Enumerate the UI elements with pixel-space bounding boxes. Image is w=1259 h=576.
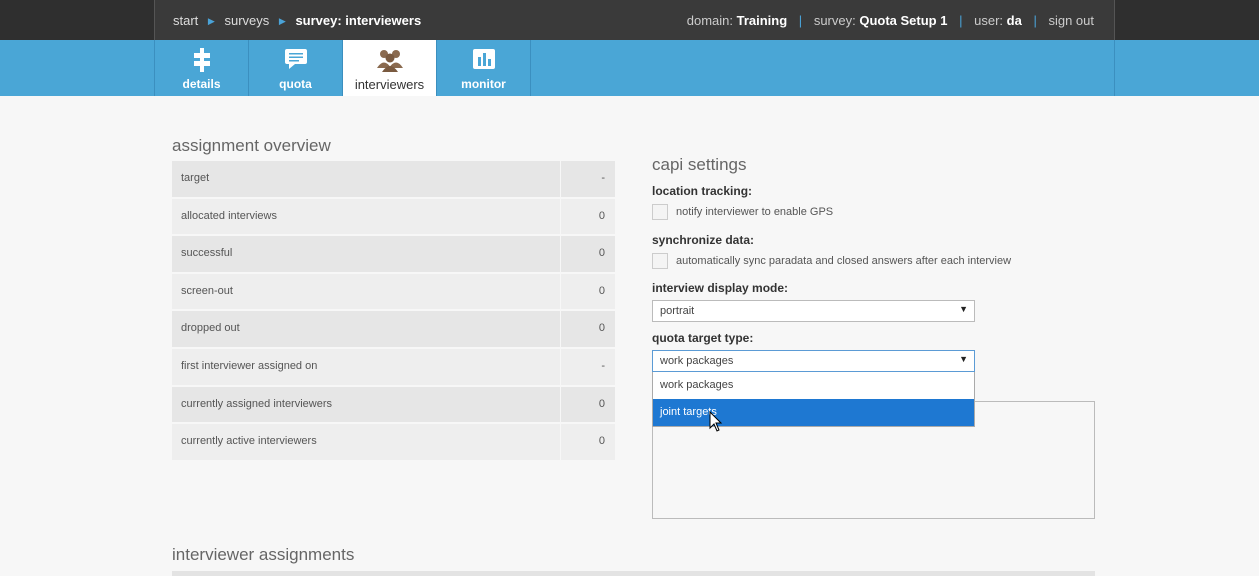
dropdown-arrow-icon: ▼ bbox=[959, 304, 968, 314]
table-row: dropped out 0 bbox=[172, 311, 615, 349]
dropdown-option-work-packages[interactable]: work packages bbox=[653, 372, 974, 399]
breadcrumb-start-link[interactable]: start bbox=[173, 13, 198, 28]
divider: | bbox=[798, 13, 803, 28]
row-value: 0 bbox=[560, 198, 615, 235]
gps-checkbox-label: notify interviewer to enable GPS bbox=[676, 206, 834, 218]
user-label: user: bbox=[974, 13, 1004, 28]
quota-target-type-select[interactable]: work packages ▼ bbox=[652, 350, 975, 372]
row-label: first interviewer assigned on bbox=[181, 359, 318, 372]
display-mode-select[interactable]: portrait ▼ bbox=[652, 300, 975, 322]
breadcrumb: start ▶ surveys ▶ survey: interviewers bbox=[173, 13, 421, 28]
interviewer-assignments-title: interviewer assignments bbox=[172, 545, 355, 564]
gps-checkbox[interactable] bbox=[652, 204, 668, 220]
table-row: target - bbox=[172, 161, 615, 199]
table-row: first interviewer assigned on - bbox=[172, 348, 615, 387]
tab-details-label: details bbox=[182, 77, 221, 91]
table-row: currently assigned interviewers 0 bbox=[172, 386, 615, 425]
assignment-overview-table: target - allocated interviews 0 successful… bbox=[172, 161, 615, 462]
row-value: 0 bbox=[560, 386, 615, 423]
row-value: 0 bbox=[560, 273, 615, 310]
sign-out-link[interactable]: sign out bbox=[1048, 13, 1094, 28]
breadcrumb-arrow-icon: ▶ bbox=[207, 16, 215, 26]
tab-monitor-label: monitor bbox=[461, 77, 506, 91]
row-label: screen-out bbox=[181, 284, 233, 297]
table-row: screen-out 0 bbox=[172, 273, 615, 312]
table-row: successful 0 bbox=[172, 236, 615, 274]
nav-bar: details quota interviewers monitor bbox=[0, 40, 1259, 96]
location-tracking-label: location tracking: bbox=[652, 184, 753, 198]
capi-settings-title: capi settings bbox=[652, 155, 747, 174]
top-bar-inner: start ▶ surveys ▶ survey: interviewers d… bbox=[154, 0, 1115, 40]
row-label: currently assigned interviewers bbox=[181, 397, 333, 410]
dropdown-option-joint-targets[interactable]: joint targets bbox=[653, 399, 974, 426]
tab-quota[interactable]: quota bbox=[249, 40, 343, 96]
row-label: successful bbox=[181, 247, 233, 260]
table-row: allocated interviews 0 bbox=[172, 198, 615, 237]
row-label: currently active interviewers bbox=[181, 435, 317, 448]
row-value: 0 bbox=[560, 311, 615, 347]
nav-tabs: details quota interviewers monitor bbox=[154, 40, 1115, 96]
mouse-pointer-icon bbox=[709, 410, 723, 438]
domain-label: domain: bbox=[686, 13, 733, 28]
survey-value: Quota Setup 1 bbox=[859, 13, 948, 28]
location-checkbox-row: notify interviewer to enable GPS bbox=[652, 204, 833, 220]
breadcrumb-surveys-link[interactable]: surveys bbox=[224, 13, 269, 28]
divider: | bbox=[1033, 13, 1037, 28]
quota-icon bbox=[249, 48, 342, 72]
sync-checkbox-row: automatically sync paradata and closed a… bbox=[652, 253, 1011, 269]
row-label: allocated interviews bbox=[181, 209, 277, 222]
user-value: da bbox=[1006, 13, 1022, 28]
synchronize-data-label: synchronize data: bbox=[652, 233, 755, 247]
sync-checkbox-label: automatically sync paradata and closed a… bbox=[676, 255, 1012, 267]
interviewers-icon bbox=[343, 48, 436, 72]
tab-quota-label: quota bbox=[279, 77, 312, 91]
tab-interviewers-label: interviewers bbox=[354, 77, 425, 92]
sync-checkbox[interactable] bbox=[652, 253, 668, 269]
display-mode-label: interview display mode: bbox=[652, 281, 789, 295]
display-mode-value: portrait bbox=[660, 305, 695, 317]
row-label: dropped out bbox=[181, 322, 240, 335]
quota-target-type-dropdown: work packages joint targets bbox=[652, 372, 975, 427]
breadcrumb-current: survey: interviewers bbox=[295, 13, 422, 28]
tab-interviewers[interactable]: interviewers bbox=[343, 40, 437, 96]
assignment-overview-title: assignment overview bbox=[172, 136, 331, 155]
top-bar: start ▶ surveys ▶ survey: interviewers d… bbox=[0, 0, 1259, 40]
tab-monitor[interactable]: monitor bbox=[437, 40, 531, 96]
row-value: 0 bbox=[560, 236, 615, 272]
row-label: target bbox=[181, 172, 210, 184]
table-row: currently active interviewers 0 bbox=[172, 424, 615, 462]
dropdown-arrow-icon: ▼ bbox=[959, 354, 968, 364]
session-info: domain: Training | survey: Quota Setup 1… bbox=[687, 13, 1094, 28]
domain-value: Training bbox=[736, 13, 788, 28]
quota-target-type-value: work packages bbox=[660, 355, 734, 367]
divider: | bbox=[959, 13, 963, 28]
breadcrumb-arrow-icon: ▶ bbox=[278, 16, 286, 26]
survey-label: survey: bbox=[813, 13, 856, 28]
details-icon bbox=[155, 48, 248, 72]
assignments-table-header bbox=[172, 571, 1095, 576]
tab-details[interactable]: details bbox=[155, 40, 249, 96]
monitor-icon bbox=[437, 48, 530, 72]
quota-target-type-label: quota target type: bbox=[652, 331, 754, 345]
row-value: - bbox=[560, 348, 615, 385]
row-value: 0 bbox=[560, 424, 615, 460]
row-value: - bbox=[560, 161, 615, 197]
